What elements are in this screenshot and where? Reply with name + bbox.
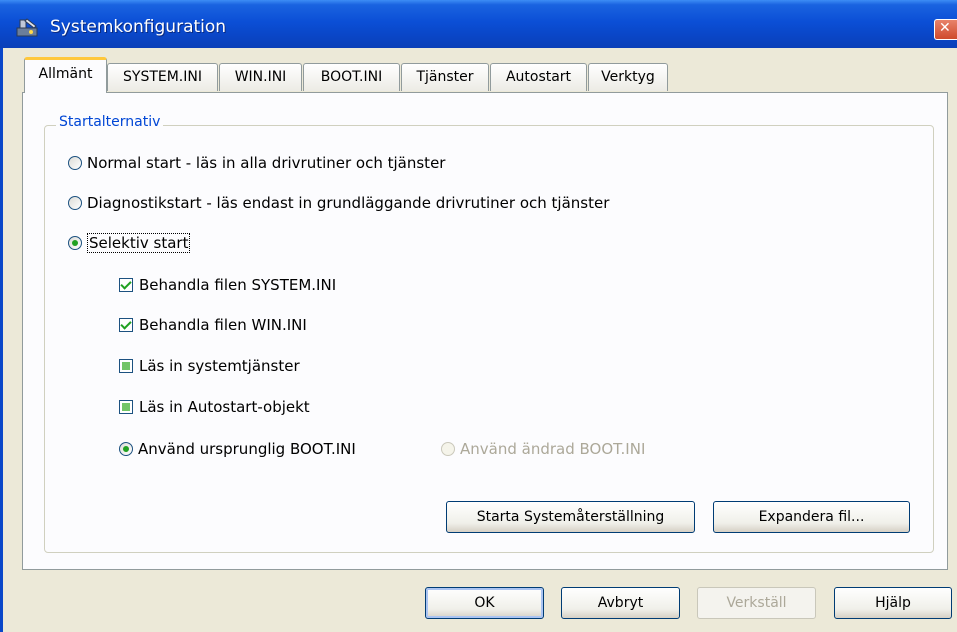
tab-tools[interactable]: Verktyg xyxy=(588,63,668,91)
load-system-services-label: Läs in systemtjänster xyxy=(139,357,300,375)
load-startup-items-option[interactable]: Läs in Autostart-objekt xyxy=(119,398,310,416)
window-title: Systemkonfiguration xyxy=(50,17,227,37)
use-modified-boot-ini-radio xyxy=(441,442,455,456)
load-system-services-option[interactable]: Läs in systemtjänster xyxy=(119,357,300,375)
process-system-ini-option[interactable]: Behandla filen SYSTEM.INI xyxy=(119,276,336,294)
tab-allmant[interactable]: Allmänt xyxy=(24,57,107,93)
cancel-button[interactable]: Avbryt xyxy=(561,587,680,619)
tab-services[interactable]: Tjänster xyxy=(401,63,489,91)
use-original-boot-ini-label: Använd ursprunglig BOOT.INI xyxy=(138,440,356,458)
diagnostic-startup-option[interactable]: Diagnostikstart - läs endast in grundläg… xyxy=(68,194,609,212)
diagnostic-startup-radio[interactable] xyxy=(68,196,82,210)
expand-file-button[interactable]: Expandera fil... xyxy=(713,501,910,533)
help-button[interactable]: Hjälp xyxy=(834,587,952,619)
use-original-boot-ini-radio[interactable] xyxy=(119,442,133,456)
msconfig-app-icon xyxy=(16,18,38,37)
use-original-boot-ini-option[interactable]: Använd ursprunglig BOOT.INI xyxy=(119,440,356,458)
startup-options-title: Startalternativ xyxy=(56,114,164,130)
apply-button: Verkställ xyxy=(697,587,816,619)
startup-options-group xyxy=(44,125,934,553)
system-configuration-window: Systemkonfiguration Allmänt SYSTEM.INI W… xyxy=(0,0,957,632)
process-win-ini-checkbox[interactable] xyxy=(119,318,133,332)
normal-startup-option[interactable]: Normal start - läs in alla drivrutiner o… xyxy=(68,154,445,172)
tab-system-ini[interactable]: SYSTEM.INI xyxy=(107,63,218,91)
use-modified-boot-ini-label: Använd ändrad BOOT.INI xyxy=(460,440,646,458)
process-win-ini-option[interactable]: Behandla filen WIN.INI xyxy=(119,316,307,334)
process-win-ini-label: Behandla filen WIN.INI xyxy=(139,316,307,334)
ok-button[interactable]: OK xyxy=(425,587,544,619)
load-startup-items-checkbox[interactable] xyxy=(119,400,133,414)
process-system-ini-checkbox[interactable] xyxy=(119,278,133,292)
selective-startup-option[interactable]: Selektiv start xyxy=(68,233,191,253)
selective-startup-radio[interactable] xyxy=(68,236,82,250)
normal-startup-label: Normal start - läs in alla drivrutiner o… xyxy=(87,154,446,172)
load-startup-items-label: Läs in Autostart-objekt xyxy=(139,398,310,416)
diagnostic-startup-label: Diagnostikstart - läs endast in grundläg… xyxy=(87,194,610,212)
close-button[interactable] xyxy=(934,19,957,40)
load-system-services-checkbox[interactable] xyxy=(119,359,133,373)
tab-startup[interactable]: Autostart xyxy=(490,63,587,91)
normal-startup-radio[interactable] xyxy=(68,156,82,170)
use-modified-boot-ini-option: Använd ändrad BOOT.INI xyxy=(441,440,645,458)
title-bar[interactable]: Systemkonfiguration xyxy=(0,0,957,48)
tab-win-ini[interactable]: WIN.INI xyxy=(219,63,302,91)
process-system-ini-label: Behandla filen SYSTEM.INI xyxy=(139,276,337,294)
tab-boot-ini[interactable]: BOOT.INI xyxy=(303,63,400,91)
selective-startup-label: Selektiv start xyxy=(87,233,191,253)
launch-system-restore-button[interactable]: Starta Systemåterställning xyxy=(446,501,695,533)
